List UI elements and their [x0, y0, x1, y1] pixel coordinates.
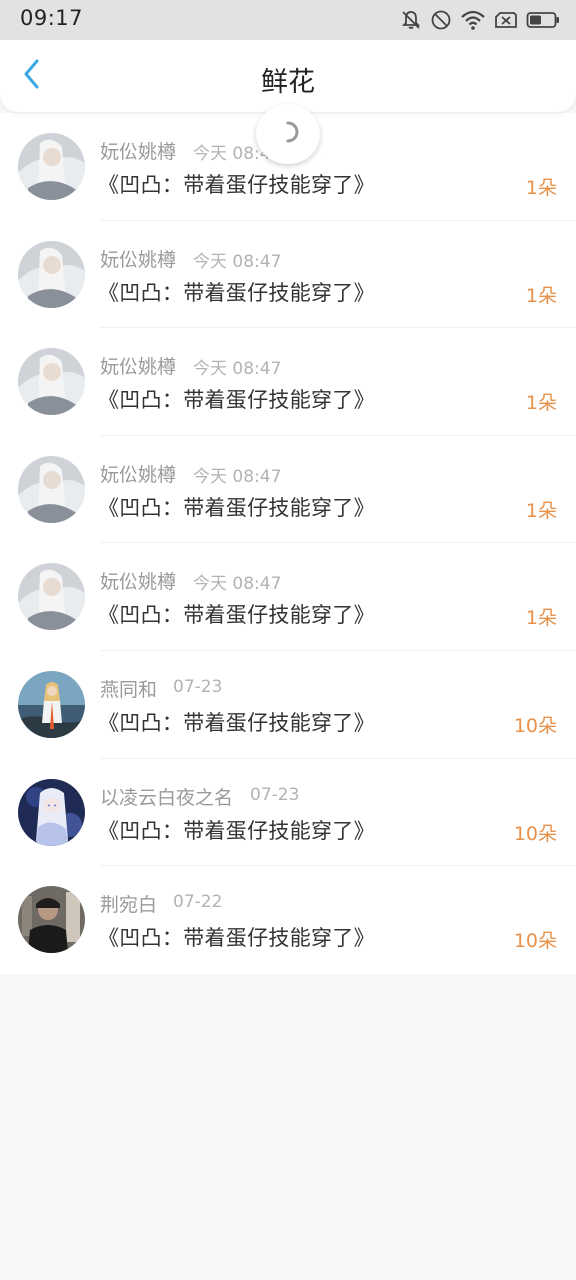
gift-time: 07-22 [173, 892, 223, 913]
book-title: 《凹凸：带着蛋仔技能穿了》 [98, 603, 375, 628]
gift-time: 07-23 [250, 784, 300, 805]
book-title: 《凹凸：带着蛋仔技能穿了》 [98, 818, 375, 843]
list-item[interactable]: 妧伀姚樽 今天 08:47 《凹凸：带着蛋仔技能穿了》 1朵 [0, 435, 576, 544]
user-name: 燕同和 [100, 678, 158, 701]
app-header: 鲜花 [0, 40, 576, 112]
flower-count: 10朵 [513, 714, 557, 737]
list-item[interactable]: 妧伀姚樽 今天 08:47 《凹凸：带着蛋仔技能穿了》 1朵 [0, 328, 576, 436]
list-item[interactable]: 以凌云白夜之名 07-23 《凹凸：带着蛋仔技能穿了》 10朵 [0, 758, 576, 867]
bell-off-icon [400, 9, 422, 31]
book-title: 《凹凸：带着蛋仔技能穿了》 [98, 495, 375, 520]
wifi-icon [460, 9, 486, 31]
status-bar: 09:17 [0, 0, 576, 40]
user-name: 妧伀姚樽 [100, 141, 177, 163]
do-not-disturb-icon [430, 9, 452, 31]
gift-time: 今天 08:47 [193, 359, 282, 380]
flower-count: 1朵 [525, 499, 557, 522]
page-title: 鲜花 [261, 67, 315, 98]
flower-count: 1朵 [525, 284, 557, 307]
list-item[interactable]: 妧伀姚樽 今天 08:47 《凹凸：带着蛋仔技能穿了》 1朵 [0, 543, 576, 651]
avatar[interactable] [18, 670, 85, 738]
user-name: 妧伀姚樽 [100, 571, 177, 594]
gift-time: 今天 08:47 [193, 574, 282, 595]
gift-time: 今天 08:47 [193, 466, 282, 487]
avatar[interactable] [18, 455, 85, 523]
user-name: 妧伀姚樽 [100, 248, 177, 271]
avatar[interactable] [18, 240, 85, 308]
user-name: 荆宛白 [100, 894, 158, 917]
gift-time: 07-23 [173, 676, 223, 697]
list-item[interactable]: 荆宛白 07-22 《凹凸：带着蛋仔技能穿了》 10朵 [0, 866, 576, 974]
book-title: 《凹凸：带着蛋仔技能穿了》 [98, 388, 375, 413]
list-item[interactable]: 妧伀姚樽 今天 08:47 《凹凸：带着蛋仔技能穿了》 1朵 [0, 220, 576, 329]
user-name: 妧伀姚樽 [100, 356, 177, 379]
flower-count: 1朵 [525, 607, 557, 630]
avatar[interactable] [18, 886, 85, 954]
user-name: 妧伀姚樽 [100, 463, 177, 486]
spinner-icon [273, 117, 303, 151]
book-title: 《凹凸：带着蛋仔技能穿了》 [98, 710, 375, 735]
status-time: 09:17 [20, 6, 84, 30]
avatar[interactable] [18, 133, 85, 200]
battery-icon [526, 9, 560, 31]
flower-count: 1朵 [525, 177, 557, 199]
screen: 09:17 鲜花 妧伀姚樽 今天 08:4 《凹凸：带着蛋仔技能穿了》 1朵 妧… [0, 0, 576, 1280]
user-name: 以凌云白夜之名 [100, 786, 234, 809]
flower-count: 10朵 [513, 822, 557, 845]
flower-list: 妧伀姚樽 今天 08:4 《凹凸：带着蛋仔技能穿了》 1朵 妧伀姚樽 今天 08… [0, 113, 576, 974]
flower-count: 10朵 [513, 930, 557, 953]
no-sim-icon [494, 9, 518, 31]
book-title: 《凹凸：带着蛋仔技能穿了》 [98, 280, 375, 305]
list-item[interactable]: 燕同和 07-23 《凹凸：带着蛋仔技能穿了》 10朵 [0, 650, 576, 759]
status-icons [400, 7, 560, 33]
book-title: 《凹凸：带着蛋仔技能穿了》 [98, 173, 375, 197]
avatar[interactable] [18, 778, 85, 846]
avatar[interactable] [18, 563, 85, 631]
book-title: 《凹凸：带着蛋仔技能穿了》 [98, 926, 375, 951]
gift-time: 今天 08:47 [193, 251, 282, 272]
loading-spinner [256, 104, 320, 164]
avatar[interactable] [18, 348, 85, 416]
flower-count: 1朵 [525, 392, 557, 415]
